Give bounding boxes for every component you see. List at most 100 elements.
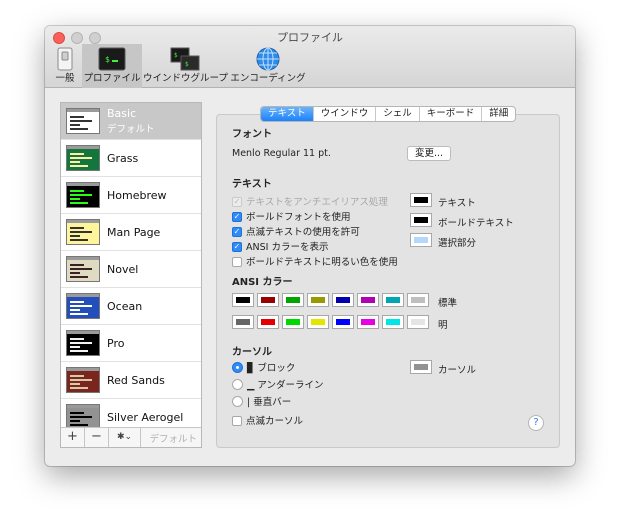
tab-4[interactable]: 詳細 [481, 107, 515, 121]
toolbar-window-groups[interactable]: $ $ ウインドウグループ [143, 44, 228, 88]
profile-name: Homebrew [107, 189, 167, 202]
toolbar-label: プロファイル [83, 73, 141, 84]
profile-item[interactable]: Man Page [61, 214, 201, 251]
color-swatch [286, 319, 300, 325]
add-profile-button[interactable]: + [61, 428, 85, 447]
profile-name: Red Sands [107, 374, 165, 387]
profile-name: Pro [107, 337, 125, 350]
cursor-color-well[interactable] [410, 360, 432, 374]
ansi-color-well[interactable] [407, 315, 429, 329]
cursor-style-radio[interactable]: | 垂直バー [232, 394, 291, 408]
toolbar-profiles[interactable]: $ プロファイル [82, 44, 142, 88]
color-swatch [311, 297, 325, 303]
ansi-color-well[interactable] [382, 293, 404, 307]
sidebar-toolbar: + − ✱⌄ デフォルト [61, 427, 201, 447]
set-default-button[interactable]: デフォルト [149, 431, 197, 445]
tab-1[interactable]: ウインドウ [312, 107, 376, 121]
text-color-well[interactable] [410, 193, 432, 207]
color-swatch [236, 319, 250, 325]
radio-button [232, 379, 243, 390]
checkbox-label: ANSI カラーを表示 [246, 242, 329, 253]
color-swatch [311, 319, 325, 325]
color-swatch [386, 297, 400, 303]
checkbox-label: テキストをアンチエイリアス処理 [246, 197, 388, 208]
ansi-color-well[interactable] [357, 315, 379, 329]
ansi-color-well[interactable] [282, 315, 304, 329]
ansi-color-well[interactable] [232, 293, 254, 307]
cursor-style-radio[interactable]: ▁ アンダーライン [232, 377, 323, 391]
cursor-section-title: カーソル [232, 347, 272, 358]
text-option-checkbox: ✓ テキストをアンチエイリアス処理 [232, 194, 388, 208]
checkbox-label: ボールドフォントを使用 [246, 212, 351, 223]
profile-item[interactable]: Ocean [61, 288, 201, 325]
gear-menu-button[interactable]: ✱⌄ [109, 428, 141, 447]
checkbox-box: ✓ [232, 211, 242, 222]
tab-0[interactable]: テキスト [261, 107, 313, 121]
profile-item[interactable]: Homebrew [61, 177, 201, 214]
ansi-color-well[interactable] [232, 315, 254, 329]
color-swatch [386, 319, 400, 325]
cursor-glyph: ▊ [247, 363, 255, 374]
ansi-color-well[interactable] [307, 315, 329, 329]
profile-item[interactable]: Basic デフォルト [61, 103, 201, 140]
profile-item[interactable]: Pro [61, 325, 201, 362]
color-swatch [414, 237, 428, 243]
color-swatch [411, 319, 425, 325]
radio-label: アンダーライン [257, 380, 324, 391]
profile-thumbnail [66, 256, 100, 282]
profile-thumbnail [66, 182, 100, 208]
tab-2[interactable]: シェル [375, 107, 419, 121]
toolbar-label: 一般 [55, 73, 75, 84]
settings-panel: フォント Menlo Regular 11 pt. 変更... テキスト ✓ テキ… [216, 114, 560, 448]
ansi-color-well[interactable] [407, 293, 429, 307]
color-swatch [261, 297, 275, 303]
text-color-well[interactable] [410, 213, 432, 227]
ansi-color-well[interactable] [307, 293, 329, 307]
profile-item[interactable]: Silver Aerogel [61, 399, 201, 427]
profile-name: Novel [107, 263, 139, 276]
profile-thumbnail [66, 404, 100, 427]
profile-thumbnail [66, 330, 100, 356]
remove-profile-button[interactable]: − [85, 428, 109, 447]
blink-cursor-checkbox[interactable]: 点滅カーソル [232, 413, 304, 427]
ansi-color-well[interactable] [282, 293, 304, 307]
ansi-color-well[interactable] [382, 315, 404, 329]
change-font-button[interactable]: 変更... [407, 146, 451, 161]
ansi-normal-label: 標準 [438, 298, 458, 309]
text-color-well[interactable] [410, 233, 432, 247]
profile-thumbnail [66, 108, 100, 134]
cursor-style-radio[interactable]: ▊ ブロック [232, 360, 295, 374]
ansi-color-well[interactable] [257, 293, 279, 307]
profile-list[interactable]: Basic デフォルト Grass Homebrew Man Page Novel Ocea… [61, 103, 201, 427]
checkbox-label: 点滅カーソル [246, 416, 304, 427]
text-option-checkbox[interactable]: ボールドテキストに明るい色を使用 [232, 254, 398, 268]
preferences-window: プロファイル 一般 $ プロファイル $ $ ウインドウグループ エンコーディング [45, 26, 575, 466]
profile-thumbnail [66, 293, 100, 319]
tab-3[interactable]: キーボード [418, 107, 482, 121]
radio-button [232, 362, 243, 373]
text-color-label: テキスト [438, 198, 476, 209]
toolbar-encodings[interactable]: エンコーディング [229, 44, 307, 88]
ansi-color-well[interactable] [332, 293, 354, 307]
checkbox-label: ボールドテキストに明るい色を使用 [246, 257, 398, 268]
text-option-checkbox[interactable]: ✓ ANSI カラーを表示 [232, 239, 329, 253]
profile-item[interactable]: Novel [61, 251, 201, 288]
ansi-color-well[interactable] [332, 315, 354, 329]
color-swatch [411, 297, 425, 303]
help-button[interactable]: ? [528, 415, 544, 431]
ansi-color-well[interactable] [357, 293, 379, 307]
checkbox-box: ✓ [232, 226, 242, 237]
radio-label: 垂直バー [253, 397, 292, 408]
color-swatch [361, 297, 375, 303]
profile-name: Basic [107, 107, 137, 120]
ansi-section-title: ANSI カラー [232, 277, 293, 288]
ansi-bright-label: 明 [438, 320, 448, 331]
text-option-checkbox[interactable]: ✓ 点滅テキストの使用を許可 [232, 224, 360, 238]
text-option-checkbox[interactable]: ✓ ボールドフォントを使用 [232, 209, 351, 223]
profile-item[interactable]: Grass [61, 140, 201, 177]
ansi-color-well[interactable] [257, 315, 279, 329]
toolbar-general[interactable]: 一般 [50, 44, 80, 88]
profile-item[interactable]: Red Sands [61, 362, 201, 399]
svg-text:$: $ [185, 61, 189, 68]
window-title: プロファイル [277, 31, 343, 44]
